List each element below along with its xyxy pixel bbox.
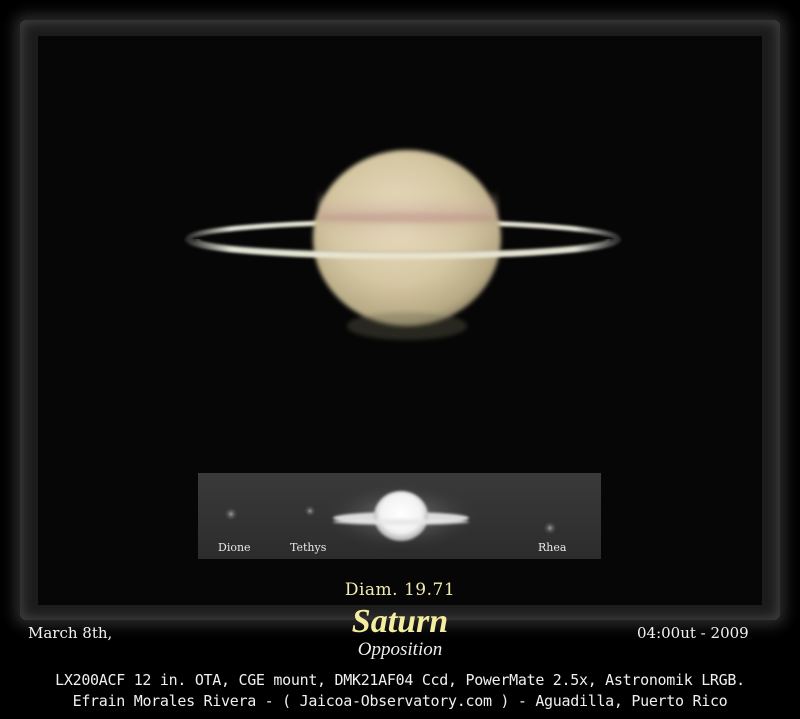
- moon-label-dione: Dione: [218, 541, 251, 554]
- equipment-line: LX200ACF 12 in. OTA, CGE mount, DMK21AF0…: [55, 671, 745, 689]
- moon-label-rhea: Rhea: [538, 541, 567, 554]
- rhea-moon: [543, 521, 557, 535]
- credit-line: Efrain Morales Rivera - ( Jaicoa-Observa…: [72, 692, 728, 710]
- moons-inset: Dione Tethys Rhea: [198, 473, 601, 559]
- title: Saturn: [351, 603, 449, 640]
- saturn-globe: [313, 150, 501, 340]
- photo-frame: Dione Tethys Rhea Diam. 19.71 March 8th,…: [0, 0, 800, 719]
- subtitle: Opposition: [357, 639, 443, 660]
- dione-moon: [224, 507, 238, 521]
- diameter-label: Diam. 19.71: [344, 580, 456, 600]
- moon-label-tethys: Tethys: [290, 541, 327, 554]
- tethys-moon: [304, 505, 316, 517]
